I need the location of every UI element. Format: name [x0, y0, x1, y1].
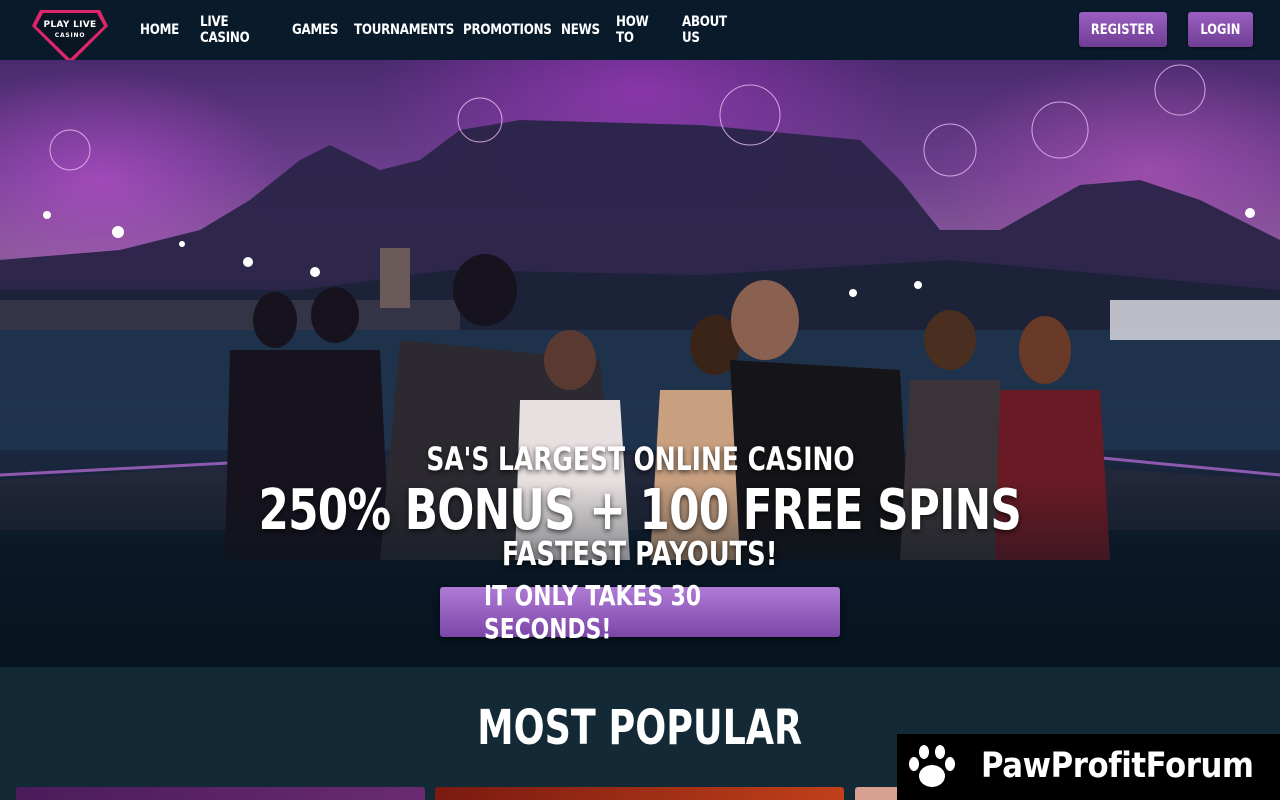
logo-text-line2: CASINO [54, 32, 86, 39]
hero-headline: SA'S LARGEST ONLINE CASINO [0, 440, 1280, 478]
register-button[interactable]: REGISTER [1079, 12, 1167, 47]
nav-item-live-casino[interactable]: LIVE CASINO [200, 14, 259, 46]
logo-text-line1: PLAY LIVE [43, 20, 97, 30]
paw-icon [909, 745, 955, 787]
signup-cta-label: IT ONLY TAKES 30 SECONDS! [484, 579, 702, 645]
nav-item-promotions[interactable]: PROMOTIONS [463, 22, 552, 38]
login-button-label: LOGIN [1200, 21, 1241, 38]
login-button[interactable]: LOGIN [1188, 12, 1253, 47]
section-title-text: MOST POPULAR [477, 700, 803, 756]
nav-item-news[interactable]: NEWS [561, 22, 600, 38]
hero-background-image [0, 64, 1280, 667]
signup-cta-button[interactable]: IT ONLY TAKES 30 SECONDS! [440, 579, 840, 645]
nav-item-about-us[interactable]: ABOUT US [682, 14, 730, 46]
top-navigation: PLAY LIVE CASINO HOME LIVE CASINO GAMES … [0, 0, 1280, 64]
nav-item-how-to[interactable]: HOW TO [616, 14, 654, 46]
nav-item-games[interactable]: GAMES [292, 22, 338, 38]
hero-subheadline: FASTEST PAYOUTS! [0, 534, 1280, 573]
nav-item-home[interactable]: HOME [140, 22, 179, 38]
site-logo[interactable]: PLAY LIVE CASINO [30, 8, 110, 66]
watermark-text: PawProfitForum [981, 746, 1280, 786]
main-menu: HOME LIVE CASINO GAMES TOURNAMENTS PROMO… [140, 0, 760, 60]
nav-item-tournaments[interactable]: TOURNAMENTS [354, 22, 454, 38]
watermark-overlay: PawProfitForum [897, 734, 1280, 800]
hero-headline-text: SA'S LARGEST ONLINE CASINO [425, 440, 855, 478]
game-card[interactable] [435, 787, 844, 800]
game-card[interactable] [16, 787, 425, 800]
hero-subheadline-text: FASTEST PAYOUTS! [502, 534, 778, 573]
register-button-label: REGISTER [1091, 21, 1155, 38]
hero-banner: SA'S LARGEST ONLINE CASINO 250% BONUS + … [0, 60, 1280, 667]
watermark-text-label: PawProfitForum [981, 746, 1254, 786]
